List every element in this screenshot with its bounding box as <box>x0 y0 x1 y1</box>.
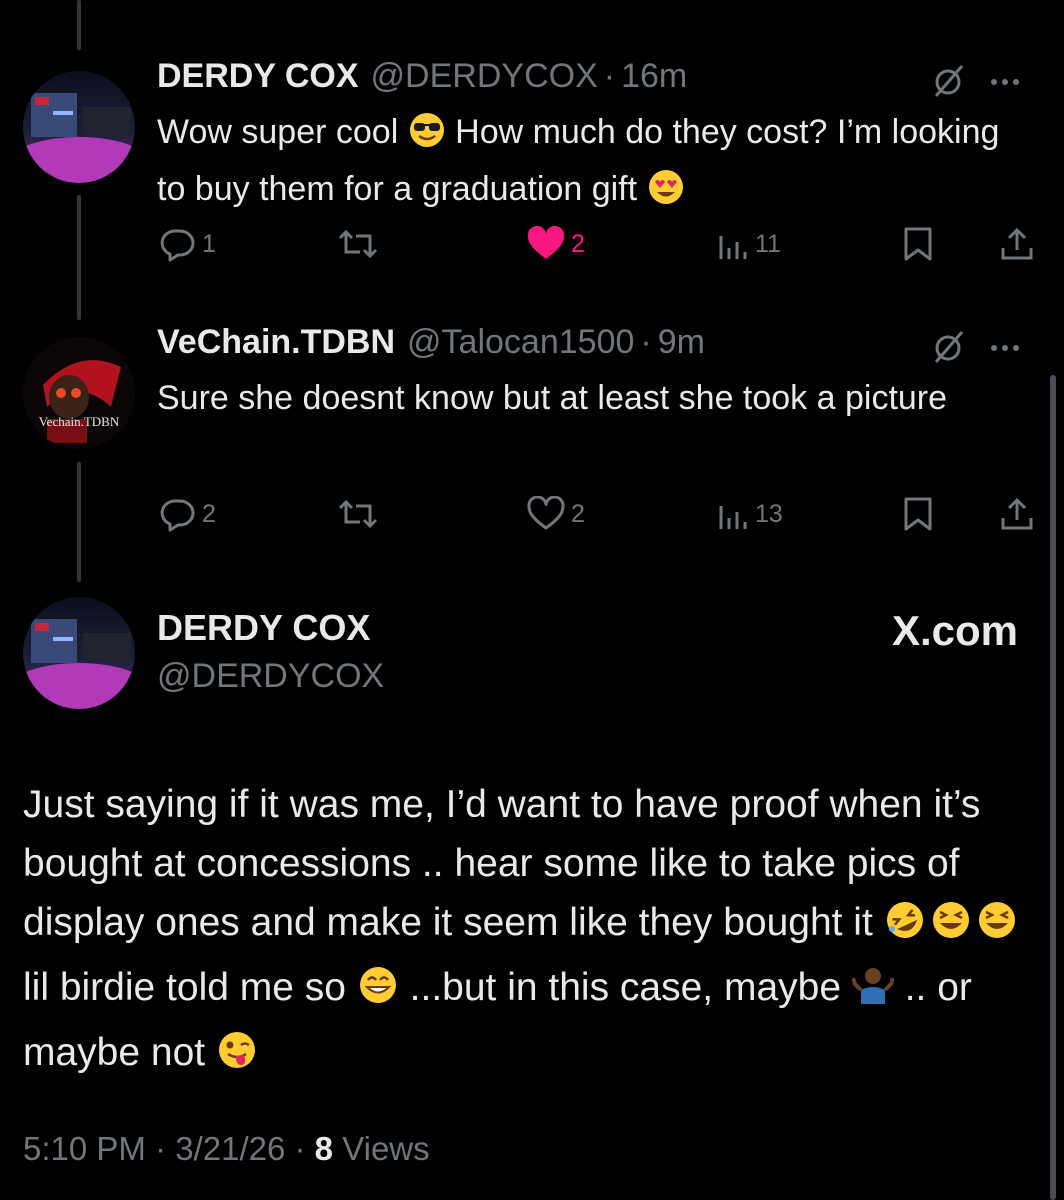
tweet-text: Sure she doesnt know but at least she to… <box>157 379 948 417</box>
thread-line <box>77 462 81 582</box>
tweet-header: DERDY COX @DERDYCOX · 16m <box>157 57 687 96</box>
person-shrugging-icon <box>850 964 895 1023</box>
heart-outline-icon <box>527 496 565 530</box>
reply-button[interactable]: 2 <box>160 496 216 532</box>
heart-icon <box>527 226 565 259</box>
grinning-squinting-face-icon <box>930 899 972 958</box>
separator-dot: · <box>145 1130 176 1167</box>
view-count: 11 <box>755 229 781 258</box>
avatar-logo-text: Vechain.TDBN <box>39 414 120 429</box>
timestamp[interactable]: 9m <box>658 323 705 362</box>
grinning-squinting-face-icon <box>976 899 1018 958</box>
scrollbar[interactable] <box>1050 375 1056 1200</box>
like-button[interactable]: 2 <box>527 496 585 532</box>
views-button[interactable]: 13 <box>717 496 783 532</box>
tweet-text: Just saying if it was me, I’d want to ha… <box>23 775 1043 1088</box>
share-icon <box>1001 227 1033 260</box>
reply-icon <box>160 499 195 532</box>
tweet-text-part: ...but in this case, maybe <box>398 966 852 1009</box>
author-name[interactable]: DERDY COX <box>157 57 359 96</box>
tweet-menu-area <box>928 326 1020 371</box>
tweet-header: VeChain.TDBN @Talocan1500 · 9m <box>157 323 705 362</box>
views-label: Views <box>342 1130 430 1167</box>
share-button[interactable] <box>1000 496 1034 532</box>
author-handle[interactable]: @DERDYCOX <box>157 657 384 696</box>
winking-face-with-tongue-icon <box>216 1029 258 1088</box>
views-button[interactable]: 11 <box>717 226 781 262</box>
bookmark-button[interactable] <box>902 226 934 262</box>
tweet-actions: 1 2 11 <box>157 226 1037 266</box>
tweet-text-part: lil birdie told me so <box>23 966 357 1009</box>
more-options-icon[interactable] <box>990 74 1020 92</box>
timestamp[interactable]: 16m <box>621 57 687 96</box>
separator-dot: · <box>640 323 652 361</box>
tweet-date[interactable]: 3/21/26 <box>175 1130 285 1167</box>
repost-icon <box>338 499 378 529</box>
tweet-meta: 5:10 PM · 3/21/26 · 8 Views <box>23 1130 430 1168</box>
author-handle[interactable]: @DERDYCOX <box>371 57 598 96</box>
tweet-text: Wow super cool How much do they cost? I’… <box>157 107 1017 221</box>
avatar[interactable]: Vechain.TDBN <box>23 337 135 449</box>
like-button[interactable]: 2 <box>527 226 585 262</box>
reply-button[interactable]: 1 <box>160 226 216 262</box>
author-name[interactable]: DERDY COX <box>157 607 370 649</box>
view-count: 13 <box>755 499 783 528</box>
avatar[interactable] <box>23 597 135 709</box>
thread-line <box>77 0 81 50</box>
repost-button[interactable] <box>337 226 379 262</box>
tweet-menu-area <box>928 60 1020 105</box>
author-handle[interactable]: @Talocan1500 <box>407 323 634 362</box>
avatar[interactable] <box>23 71 135 183</box>
sunglasses-face-icon <box>408 111 446 164</box>
bookmark-icon <box>904 497 932 531</box>
reply-count: 1 <box>202 229 216 258</box>
tweet-text-part: Just saying if it was me, I’d want to ha… <box>23 783 981 944</box>
repost-icon <box>338 229 378 259</box>
views-icon <box>719 506 747 529</box>
bookmark-icon <box>904 227 932 261</box>
tweet-text-part: Wow super cool <box>157 113 408 151</box>
like-count: 2 <box>571 229 585 258</box>
reply-count: 2 <box>202 499 216 528</box>
share-icon <box>1001 497 1033 530</box>
site-watermark: X.com <box>891 607 1018 654</box>
like-count: 2 <box>571 499 585 528</box>
tweet-actions: 2 2 13 <box>157 496 1037 536</box>
tweet-time[interactable]: 5:10 PM <box>23 1130 146 1167</box>
repost-button[interactable] <box>337 496 379 532</box>
views-count: 8 <box>314 1130 334 1167</box>
views-icon <box>719 236 747 259</box>
more-options-icon[interactable] <box>990 340 1020 358</box>
separator-dot: · <box>603 57 616 95</box>
grok-icon[interactable] <box>928 326 968 371</box>
beaming-face-icon <box>357 964 399 1023</box>
grok-icon[interactable] <box>928 60 968 105</box>
author-name[interactable]: VeChain.TDBN <box>157 323 395 362</box>
share-button[interactable] <box>1000 226 1034 262</box>
reply-icon <box>160 229 195 262</box>
heart-eyes-face-icon <box>647 168 685 221</box>
bookmark-button[interactable] <box>902 496 934 532</box>
separator-dot: · <box>285 1130 315 1167</box>
thread-line <box>77 195 81 320</box>
rofl-face-icon <box>884 899 926 958</box>
